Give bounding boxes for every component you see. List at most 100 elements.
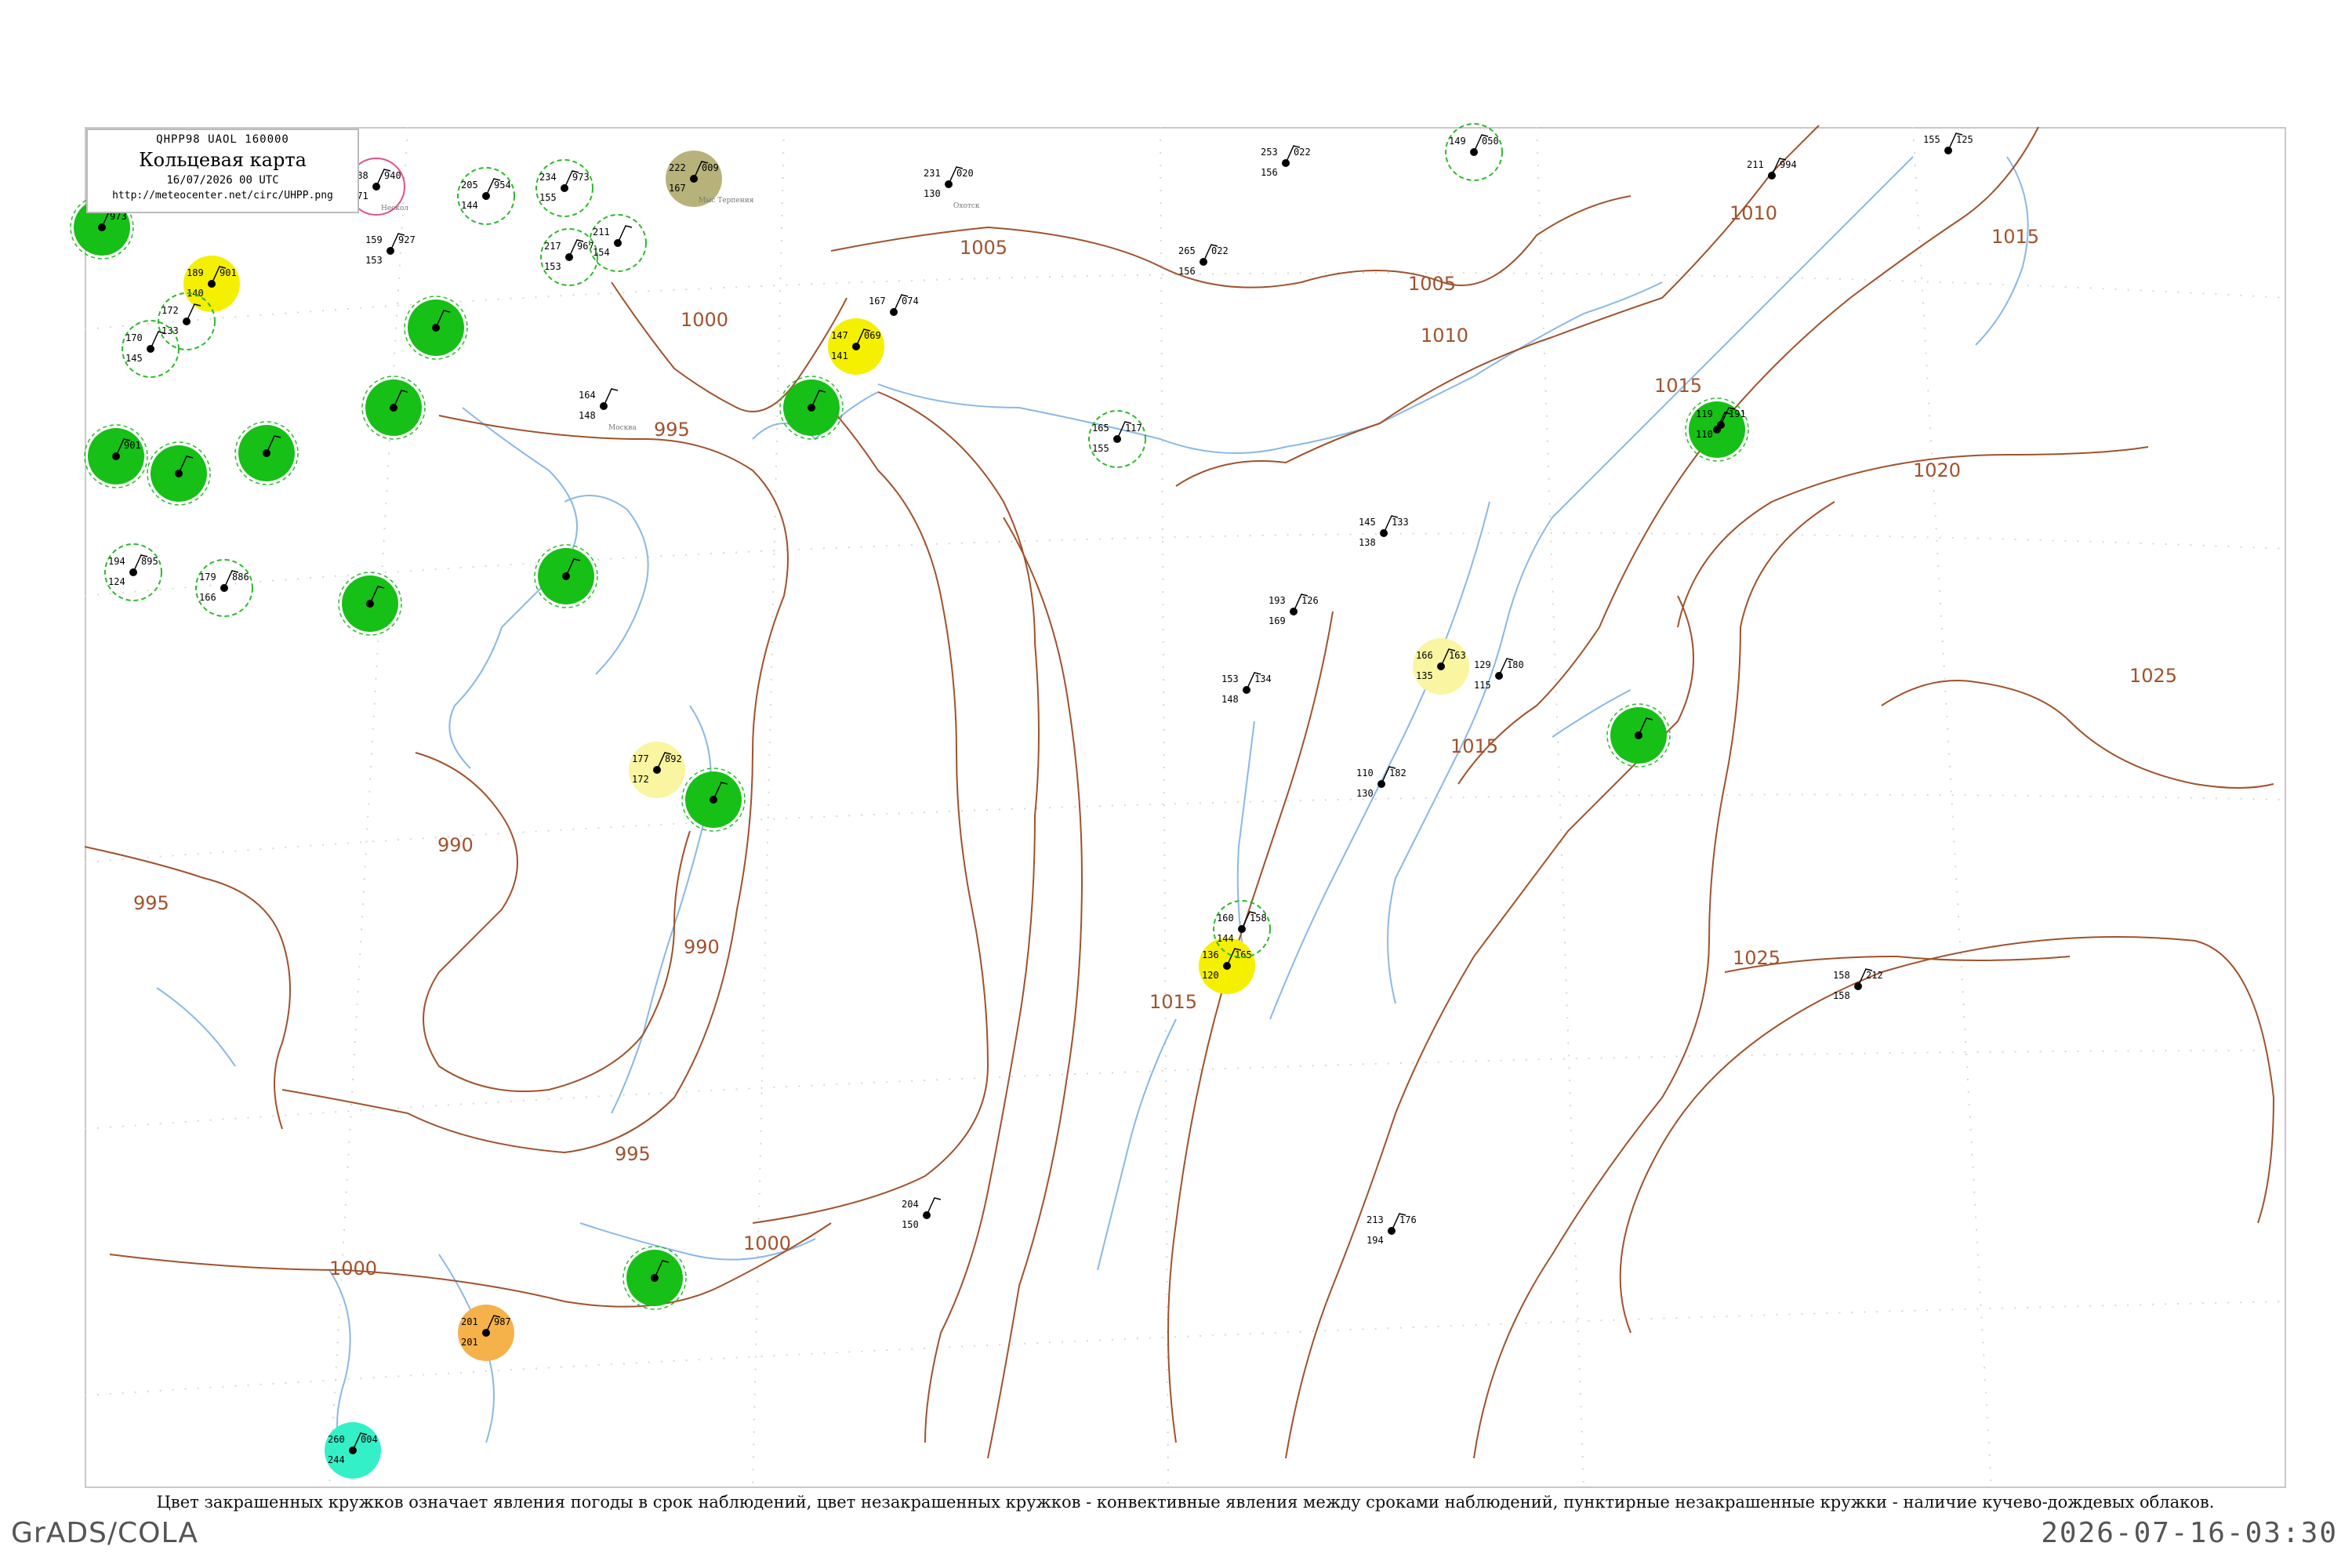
station-dewpoint: 141: [831, 350, 848, 361]
station-dewpoint: 130: [924, 188, 941, 199]
station-s46[interactable]: 201 987 201: [458, 1305, 514, 1361]
station-s11[interactable]: 189 901140: [183, 256, 240, 312]
station-s3[interactable]: 205 954 144: [457, 167, 515, 225]
station-dewpoint: 155: [539, 192, 557, 203]
station-temp: 159: [365, 234, 383, 245]
station-s49[interactable]: 204 150: [902, 1197, 942, 1230]
station-s37[interactable]: 153 134 148: [1221, 672, 1272, 705]
station-s14[interactable]: [404, 296, 468, 360]
station-temp: 110: [1356, 768, 1374, 779]
station-s23[interactable]: 164 148 Москва: [579, 388, 637, 432]
station-pressure: 927: [398, 234, 416, 245]
station-dewpoint: 148: [1221, 694, 1239, 705]
station-dewpoint: 153: [544, 261, 561, 272]
isobar-label: 1010: [1730, 202, 1777, 224]
isobar-label: 995: [133, 892, 169, 914]
station-s47[interactable]: 260 004 244: [325, 1422, 381, 1479]
station-temp: 204: [902, 1199, 919, 1210]
station-pressure: 967: [577, 241, 594, 252]
station-s10[interactable]: 211 994: [1747, 158, 1797, 180]
station-s34[interactable]: [534, 544, 598, 608]
station-pressure: 134: [1254, 673, 1272, 684]
station-temp: 166: [1416, 650, 1433, 661]
station-s20[interactable]: 147 069 141: [828, 318, 884, 375]
station-s32[interactable]: 179 886 166: [195, 559, 253, 617]
station-temp: 231: [924, 168, 941, 179]
station-s35[interactable]: 193 126 169: [1269, 593, 1319, 626]
isobar-1000-south: [109, 1222, 832, 1308]
station-dewpoint: 167: [669, 183, 686, 194]
isobar-label: 1025: [2129, 665, 2177, 687]
station-s24[interactable]: 165 117 155: [1088, 410, 1146, 468]
station-pressure: 020: [956, 168, 974, 179]
isobar-label: 1005: [960, 237, 1007, 259]
station-dewpoint: 194: [1367, 1235, 1384, 1246]
station-s30[interactable]: 145 133 138: [1359, 515, 1409, 548]
station-pressure: 004: [361, 1434, 378, 1445]
station-s43[interactable]: 136 165 120: [1199, 938, 1255, 994]
station-s21[interactable]: 167 074: [869, 294, 919, 316]
station-s42[interactable]: 110 182 130: [1356, 766, 1406, 799]
station-pressure: 901: [124, 440, 141, 451]
station-temp: 222: [669, 162, 686, 173]
station-pressure: 892: [665, 753, 682, 764]
station-dewpoint: 148: [579, 410, 596, 421]
station-pressure: 165: [1235, 949, 1252, 960]
station-s5[interactable]: 222 009 167 Мыс Терпения: [666, 151, 754, 207]
station-s26[interactable]: [147, 441, 211, 506]
station-s16[interactable]: 159 927 153: [365, 233, 416, 266]
station-pressure: 940: [384, 170, 401, 181]
station-s27[interactable]: [234, 421, 299, 485]
station-s38[interactable]: 129 180 115: [1474, 658, 1524, 691]
station-s17[interactable]: 217 967 153: [540, 228, 598, 286]
station-temp: 145: [1359, 517, 1376, 528]
station-pressure: 074: [902, 296, 919, 307]
station-pressure: 125: [1956, 134, 1973, 145]
station-s41[interactable]: [681, 768, 746, 832]
station-temp: 177: [632, 753, 649, 764]
station-s50[interactable]: 213 176 194: [1367, 1213, 1417, 1246]
station-pressure: 022: [1294, 147, 1311, 158]
station-s19[interactable]: 265 022 156: [1178, 244, 1229, 277]
station-s40[interactable]: 177 892 172: [629, 742, 685, 798]
station-s18[interactable]: 211 154: [589, 214, 647, 272]
station-pressure: 163: [1449, 650, 1466, 661]
station-pressure: 126: [1301, 595, 1319, 606]
station-pressure: 994: [1780, 159, 1797, 170]
isobar-label: 990: [437, 834, 474, 856]
station-s48[interactable]: [622, 1246, 687, 1310]
station-pressure: 901: [220, 267, 237, 278]
station-pressure: 973: [572, 172, 590, 183]
station-s31[interactable]: 194 895 124: [104, 543, 162, 601]
station-s8[interactable]: 149 050: [1445, 123, 1503, 181]
station-s39[interactable]: [1606, 703, 1671, 768]
station-dewpoint: 153: [365, 255, 383, 266]
station-temp: 211: [1747, 159, 1764, 170]
map-title: Кольцевая карта: [139, 149, 307, 171]
isobar-label: 1000: [329, 1258, 377, 1279]
station-dewpoint: 133: [162, 325, 179, 336]
map-url[interactable]: http://meteocenter.net/circ/UHPP.png: [88, 190, 358, 201]
station-pressure: 180: [1507, 659, 1524, 670]
station-temp: 217: [544, 241, 561, 252]
station-pressure: 050: [1482, 136, 1499, 147]
station-s36[interactable]: 166 163 135: [1413, 638, 1469, 695]
station-s22[interactable]: [779, 376, 844, 440]
station-s15[interactable]: [361, 376, 426, 440]
station-s33[interactable]: [338, 572, 402, 636]
isobar-label: 1010: [1421, 325, 1468, 347]
isobar-label: 995: [654, 419, 690, 441]
station-temp: 160: [1217, 913, 1234, 924]
station-s4[interactable]: 234 973 155: [535, 159, 593, 217]
isobar-label: 1020: [1913, 459, 1961, 481]
station-s28[interactable]: [1685, 397, 1749, 462]
render-timestamp: 2026-07-16-03:30: [2041, 1517, 2338, 1549]
station-s9[interactable]: 155 125: [1923, 132, 1973, 154]
station-s6[interactable]: 231 020 130 Охотск: [924, 166, 980, 210]
station-s25[interactable]: 901: [84, 424, 148, 488]
station-s45[interactable]: 158 212 158: [1833, 968, 1883, 1001]
station-dewpoint: 115: [1474, 680, 1491, 691]
station-temp: 193: [1269, 595, 1286, 606]
station-s7[interactable]: 253 022 156: [1261, 145, 1311, 178]
isobar-label: 1015: [1654, 375, 1702, 397]
